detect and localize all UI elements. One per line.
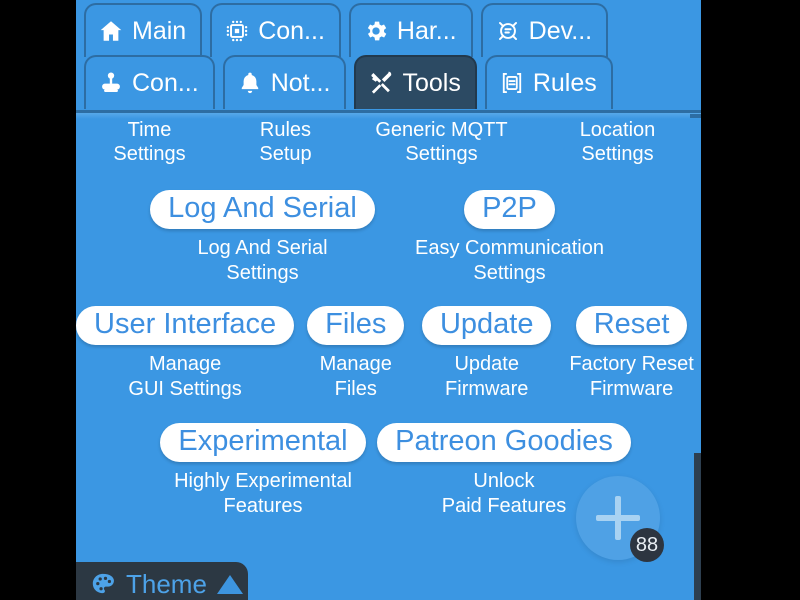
user-interface-button[interactable]: User Interface [76,306,295,346]
rules-icon [499,70,525,96]
tools-row-3: User Interface Manage GUI Settings Files… [76,306,701,401]
tool-item-experimental[interactable]: Experimental Highly Experimental Feature… [156,423,371,518]
tab-row-1: Main Con... Har... Dev... [76,3,701,60]
tools-icon [368,70,394,96]
p2p-button[interactable]: P2P [464,190,555,230]
tab-controllers[interactable]: Con... [210,3,341,57]
screen: Main Con... Har... Dev... Con... Not... … [0,0,800,600]
content-scrollbar-track[interactable] [694,118,701,600]
tool-caption: Generic MQTT Settings [375,119,508,166]
content-scrollbar-thumb[interactable] [694,453,701,600]
tools-row-2: Log And Serial Log And Serial Settings P… [76,190,701,285]
tab-main[interactable]: Main [84,3,203,57]
tab-row-2: Con... Not... Tools Rules [76,55,701,112]
tool-item-update[interactable]: Update Update Firmware [417,306,556,401]
tools-row-1: Time Settings Rules Setup Generic MQTT S… [76,118,701,167]
tool-item-generic-mqtt-settings[interactable]: Generic MQTT Settings [362,118,522,167]
tool-item-log-and-serial[interactable]: Log And Serial Log And Serial Settings [150,190,375,285]
bug-icon [495,18,521,44]
home-icon [98,18,124,44]
up-triangle-icon[interactable] [216,574,243,594]
tool-caption: Unlock Paid Features [441,470,567,517]
tab-devices[interactable]: Dev... [480,3,609,57]
tab-label: Con... [132,68,199,97]
tab-controls[interactable]: Con... [84,55,215,109]
files-button[interactable]: Files [307,306,405,346]
plus-icon-stem [615,496,621,540]
tool-item-rules-setup[interactable]: Rules Setup [236,118,336,167]
fab-badge: 88 [630,528,664,562]
tab-hardware[interactable]: Har... [348,3,473,57]
tool-caption: Rules Setup [259,119,312,166]
tool-caption: Highly Experimental Features [174,470,352,517]
tool-caption: Time Settings [113,119,186,166]
tab-label: Tools [402,68,461,97]
tab-tools[interactable]: Tools [354,55,477,109]
tool-caption: Update Firmware [445,353,529,400]
tool-caption: Log And Serial Settings [197,237,328,284]
tab-label: Main [132,16,187,45]
add-floating-action-button[interactable]: 88 [576,476,664,562]
update-button[interactable]: Update [421,306,552,346]
tab-label: Not... [270,68,331,97]
tab-label: Con... [258,16,325,45]
tool-item-p2p[interactable]: P2P Easy Communication Settings [395,190,625,285]
tool-caption: Easy Communication Settings [415,237,604,284]
tool-caption: Manage Files [319,353,392,400]
tab-label: Har... [396,16,457,45]
tool-caption: Factory Reset Firmware [569,353,694,400]
tab-bar: Main Con... Har... Dev... Con... Not... … [76,0,701,119]
tool-caption: Manage GUI Settings [128,353,242,400]
experimental-button[interactable]: Experimental [160,423,366,463]
gear-icon [363,18,389,44]
tab-notifications[interactable]: Not... [222,55,347,109]
tool-item-location-settings[interactable]: Location Settings [548,118,688,167]
tab-rules[interactable]: Rules [484,55,613,109]
palette-icon [90,571,116,597]
theme-label: Theme [126,569,207,599]
tool-caption: Location Settings [579,119,656,166]
tool-item-files[interactable]: Files Manage Files [300,306,411,401]
tool-item-user-interface[interactable]: User Interface Manage GUI Settings [76,306,295,401]
reset-button[interactable]: Reset [575,306,688,346]
microchip-icon [224,18,250,44]
app-viewport: Main Con... Har... Dev... Con... Not... … [76,0,701,600]
log-and-serial-button[interactable]: Log And Serial [150,190,375,230]
tab-label: Dev... [528,16,593,45]
bell-icon [237,70,263,96]
patreon-goodies-button[interactable]: Patreon Goodies [377,423,631,463]
theme-button[interactable]: Theme [76,562,248,600]
tab-label: Rules [532,68,597,97]
tool-item-time-settings[interactable]: Time Settings [90,118,210,167]
tool-item-reset[interactable]: Reset Factory Reset Firmware [562,306,701,401]
tools-content: Time Settings Rules Setup Generic MQTT S… [76,118,701,600]
joystick-icon [98,70,124,96]
